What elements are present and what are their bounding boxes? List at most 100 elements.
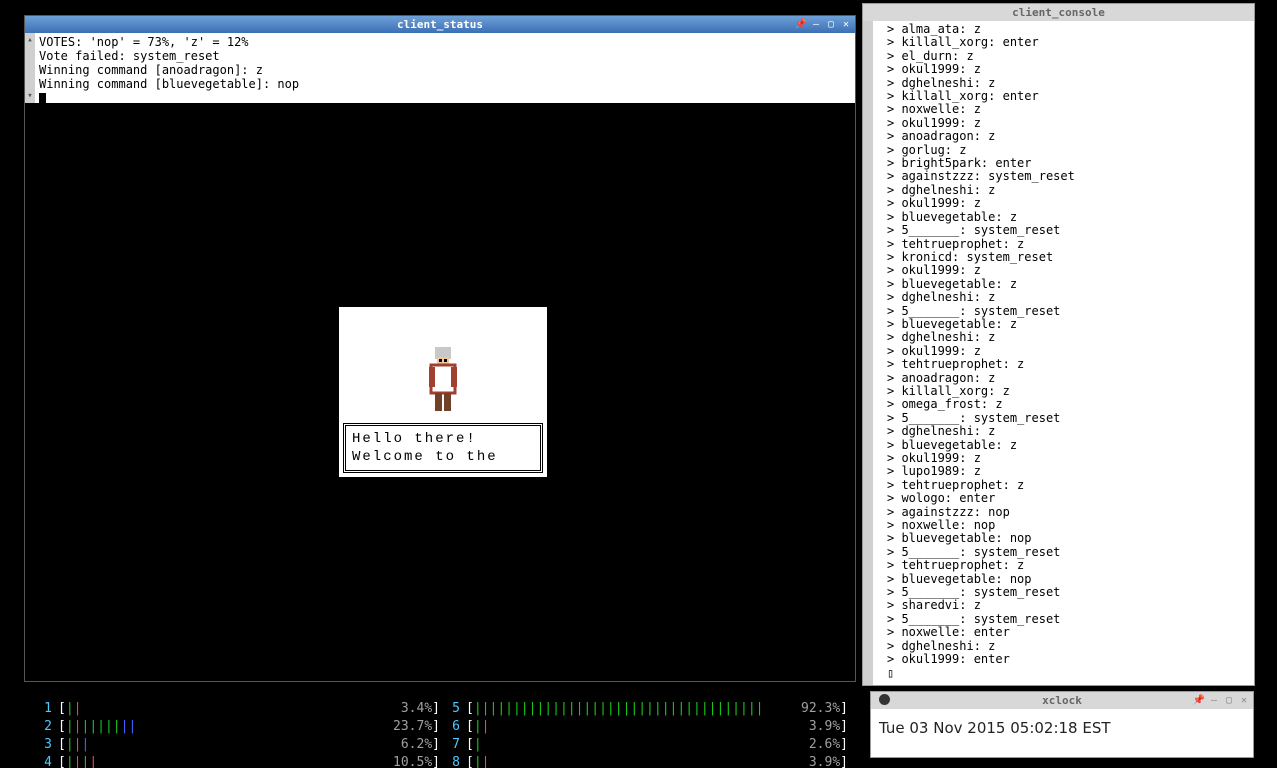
- console-entry: > 5_______: system_reset: [887, 586, 1252, 599]
- console-entry: > killall_xorg: enter: [887, 90, 1252, 103]
- bracket-icon: [: [58, 700, 66, 718]
- console-entry: > okul1999: enter: [887, 653, 1252, 666]
- console-entry: > bluevegetable: z: [887, 318, 1252, 331]
- cpu-index: 1: [32, 700, 52, 718]
- console-entry: > tehtrueprophet: z: [887, 238, 1252, 251]
- game-viewport: Hello there! Welcome to the: [25, 103, 855, 681]
- maximize-icon[interactable]: ▢: [1223, 694, 1235, 706]
- console-entry: > tehtrueprophet: z: [887, 358, 1252, 371]
- console-entry: > 5_______: system_reset: [887, 305, 1252, 318]
- console-entry: > tehtrueprophet: z: [887, 559, 1252, 572]
- cpu-meter: 2 [|||||||||23.7%]: [32, 718, 440, 736]
- cpu-bar: ||: [474, 754, 784, 768]
- minimize-icon[interactable]: –: [1208, 694, 1220, 706]
- console-entry: > 5_______: system_reset: [887, 546, 1252, 559]
- bracket-icon: ]: [840, 718, 848, 736]
- cpu-bar: ||: [66, 700, 376, 718]
- cpu-index: 4: [32, 754, 52, 768]
- console-entry: > omega_frost: z: [887, 398, 1252, 411]
- console-entry: > bluevegetable: nop: [887, 573, 1252, 586]
- maximize-icon[interactable]: ▢: [825, 18, 837, 30]
- console-entry: > tehtrueprophet: z: [887, 479, 1252, 492]
- gameboy-textbox: Hello there! Welcome to the: [343, 423, 543, 473]
- cpu-meter: 5[|||||||||||||||||||||||||||||||||||||9…: [440, 700, 848, 718]
- status-line: VOTES: 'nop' = 73%, 'z' = 12%: [39, 35, 851, 49]
- console-entry: > anoadragon: z: [887, 130, 1252, 143]
- client-status-title: client_status: [397, 18, 483, 31]
- bracket-icon: ]: [432, 718, 440, 736]
- console-entry: > el_durn: z: [887, 50, 1252, 63]
- xclock-titlebar[interactable]: xclock 📌 – ▢ ✕: [871, 692, 1253, 709]
- status-scrollbar[interactable]: ▴ ▾: [25, 33, 35, 103]
- scroll-down-icon[interactable]: ▾: [865, 672, 870, 685]
- htop-panel: 1[||3.4%]5[|||||||||||||||||||||||||||||…: [24, 698, 856, 758]
- console-entry: > killall_xorg: enter: [887, 36, 1252, 49]
- cpu-bar: ||: [474, 718, 784, 736]
- xclock-title: xclock: [1042, 694, 1082, 707]
- cpu-meter: 4[||||10.5%]: [32, 754, 440, 768]
- professor-oak-sprite: [419, 343, 467, 415]
- console-entry: > dghelneshi: z: [887, 640, 1252, 653]
- console-entry: > anoadragon: z: [887, 372, 1252, 385]
- htop-row: 2[|||||||||23.7%]6[||3.9%]: [32, 718, 848, 736]
- close-icon[interactable]: ✕: [1238, 694, 1250, 706]
- bracket-icon: [: [466, 754, 474, 768]
- bracket-icon: [: [58, 718, 66, 736]
- console-entry: > okul1999: z: [887, 452, 1252, 465]
- htop-row: 1[||3.4%]5[|||||||||||||||||||||||||||||…: [32, 700, 848, 718]
- bracket-icon: ]: [432, 754, 440, 768]
- console-entry: > wologo: enter: [887, 492, 1252, 505]
- console-entry: > dghelneshi: z: [887, 291, 1252, 304]
- scroll-up-icon[interactable]: ▴: [27, 33, 32, 47]
- pin-icon[interactable]: 📌: [795, 18, 807, 30]
- cpu-percent: 23.7%: [376, 718, 432, 736]
- cpu-bar: |||||||||||||||||||||||||||||||||||||: [474, 700, 784, 718]
- gameboy-screen: Hello there! Welcome to the: [339, 307, 547, 477]
- console-entry: > 5_______: system_reset: [887, 412, 1252, 425]
- client-console-title: client_console: [1012, 6, 1105, 19]
- console-entry: > dghelneshi: z: [887, 77, 1252, 90]
- console-entry: > 5_______: system_reset: [887, 224, 1252, 237]
- htop-row: 4[||||10.5%]8[||3.9%]: [32, 754, 848, 768]
- console-entry: > okul1999: z: [887, 345, 1252, 358]
- console-entry: > okul1999: z: [887, 63, 1252, 76]
- cpu-bar: |: [474, 736, 784, 754]
- cpu-index: 5: [440, 700, 460, 718]
- console-entry: > okul1999: z: [887, 264, 1252, 277]
- bracket-icon: ]: [432, 736, 440, 754]
- client-status-titlebar[interactable]: client_status 📌 – ▢ ✕: [25, 16, 855, 33]
- scroll-down-icon[interactable]: ▾: [27, 89, 32, 103]
- console-entry: > bluevegetable: z: [887, 211, 1252, 224]
- cpu-meter: 1[||3.4%]: [32, 700, 440, 718]
- close-icon[interactable]: ✕: [840, 18, 852, 30]
- bracket-icon: ]: [840, 754, 848, 768]
- console-entry: > bluevegetable: z: [887, 278, 1252, 291]
- status-line: Vote failed: system_reset: [39, 49, 851, 63]
- console-entry: > kronicd: system_reset: [887, 251, 1252, 264]
- pin-icon[interactable]: 📌: [1193, 694, 1205, 706]
- cpu-index: 7: [440, 736, 460, 754]
- htop-row: 3[|||6.2%]7[|2.6%]: [32, 736, 848, 754]
- cpu-percent: 6.2%: [376, 736, 432, 754]
- console-entry: > againstzzz: system_reset: [887, 170, 1252, 183]
- console-entry: > dghelneshi: z: [887, 425, 1252, 438]
- scroll-up-icon[interactable]: ▴: [865, 21, 870, 34]
- cpu-percent: 3.9%: [784, 718, 840, 736]
- bracket-icon: [: [58, 754, 66, 768]
- console-entry: > bluevegetable: nop: [887, 532, 1252, 545]
- console-scrollbar[interactable]: ▴ ▾: [863, 21, 873, 685]
- console-entry: > bright5park: enter: [887, 157, 1252, 170]
- console-entry: > killall_xorg: z: [887, 385, 1252, 398]
- client-status-window: client_status 📌 – ▢ ✕ ▴ ▾ VOTES: 'nop' =…: [24, 15, 856, 682]
- cpu-bar: |||||||||: [66, 718, 376, 736]
- cpu-meter: 8[||3.9%]: [440, 754, 848, 768]
- bracket-icon: [: [466, 700, 474, 718]
- client-console-titlebar[interactable]: client_console: [863, 4, 1254, 21]
- minimize-icon[interactable]: –: [810, 18, 822, 30]
- cpu-meter: 7[|2.6%]: [440, 736, 848, 754]
- xclock-app-icon: [879, 694, 890, 705]
- console-entry: > bluevegetable: z: [887, 439, 1252, 452]
- client-console-window: client_console ▴ ▾ > alma_ata: z> killal…: [862, 3, 1255, 686]
- cpu-percent: 3.4%: [376, 700, 432, 718]
- cpu-index: 2: [32, 718, 52, 736]
